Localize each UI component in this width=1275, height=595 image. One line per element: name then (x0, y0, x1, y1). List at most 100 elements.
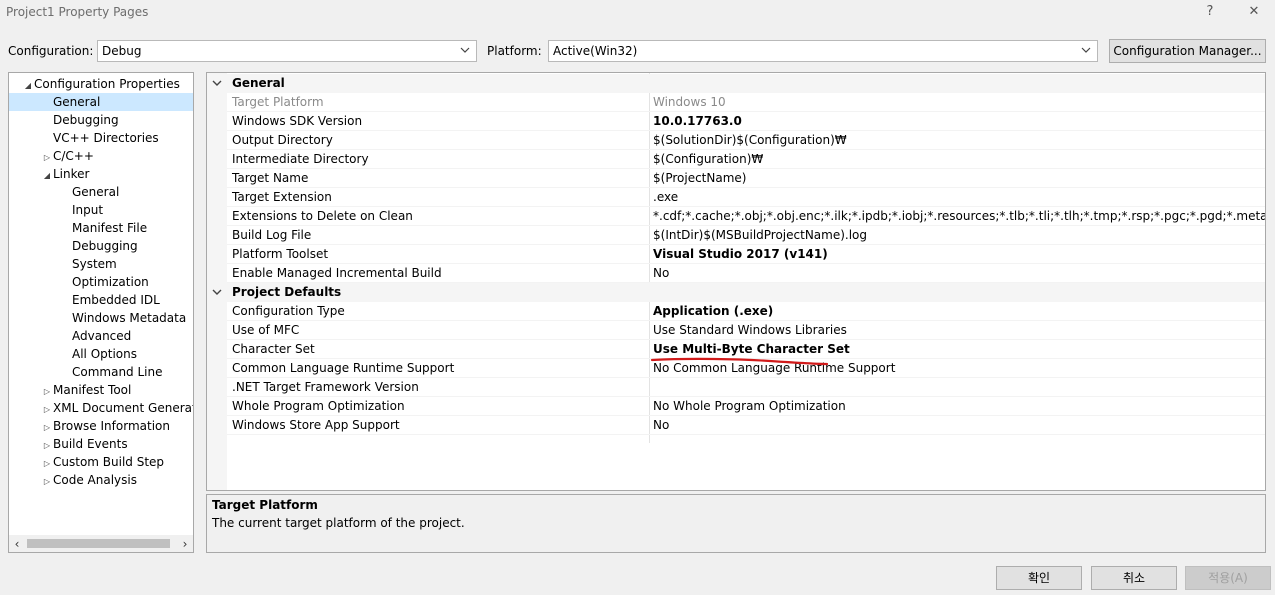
scroll-left-icon[interactable]: ‹ (11, 537, 23, 551)
scroll-thumb[interactable] (27, 539, 170, 548)
tree-item-general[interactable]: General (9, 183, 193, 201)
property-name: Windows Store App Support (232, 418, 400, 432)
tree-item-advanced[interactable]: Advanced (9, 327, 193, 345)
configuration-label: Configuration: (8, 44, 94, 58)
configuration-combo[interactable]: Debug (97, 40, 477, 62)
tree-item-label: XML Document Generator (53, 401, 194, 415)
help-button[interactable]: ? (1199, 3, 1221, 21)
tree-item-custom-build-step[interactable]: ▷ Custom Build Step (9, 453, 193, 471)
property-value[interactable]: 10.0.17763.0 (653, 112, 742, 131)
expand-triangle-icon[interactable]: ▷ (41, 473, 53, 491)
tree-item-windows-metadata[interactable]: Windows Metadata (9, 309, 193, 327)
property-row[interactable]: Intermediate Directory $(Configuration)₩ (207, 150, 1265, 169)
platform-combo[interactable]: Active(Win32) (548, 40, 1098, 62)
tree-item-label: Build Events (53, 437, 128, 451)
property-name: Use of MFC (232, 323, 300, 337)
tree-item-c-c[interactable]: ▷ C/C++ (9, 147, 193, 165)
property-value[interactable]: Windows 10 (653, 93, 726, 112)
tree-item-command-line[interactable]: Command Line (9, 363, 193, 381)
property-grid[interactable]: General Target Platform Windows 10 Windows … (206, 72, 1266, 491)
property-row[interactable]: Use of MFC Use Standard Windows Libraries (207, 321, 1265, 340)
property-value[interactable]: Application (.exe) (653, 302, 773, 321)
property-value[interactable]: .exe (653, 188, 678, 207)
window-title: Project1 Property Pages (6, 5, 149, 19)
description-panel: Target Platform The current target platf… (206, 494, 1266, 553)
tree-item-configuration-properties[interactable]: ◢ Configuration Properties (9, 75, 193, 93)
configuration-manager-button[interactable]: Configuration Manager... (1109, 39, 1266, 63)
property-row[interactable]: Whole Program Optimization No Whole Progr… (207, 397, 1265, 416)
property-name: Target Extension (232, 190, 332, 204)
tree-item-vc-directories[interactable]: VC++ Directories (9, 129, 193, 147)
tree-item-label: C/C++ (53, 149, 94, 163)
tree-item-input[interactable]: Input (9, 201, 193, 219)
tree-item-browse-information[interactable]: ▷ Browse Information (9, 417, 193, 435)
tree-item-system[interactable]: System (9, 255, 193, 273)
property-value[interactable]: No (653, 264, 669, 283)
property-value[interactable]: Use Standard Windows Libraries (653, 321, 847, 340)
category-project-defaults[interactable]: Project Defaults (207, 283, 1265, 302)
tree-item-debugging[interactable]: Debugging (9, 111, 193, 129)
property-name: Windows SDK Version (232, 114, 363, 128)
property-row[interactable]: Build Log File $(IntDir)$(MSBuildProjectN… (207, 226, 1265, 245)
property-name: Character Set (232, 342, 315, 356)
property-value[interactable]: $(Configuration)₩ (653, 150, 763, 169)
property-name: Target Name (232, 171, 309, 185)
tree-item-label: All Options (72, 347, 137, 361)
property-row[interactable]: Output Directory $(SolutionDir)$(Configur… (207, 131, 1265, 150)
platform-value: Active(Win32) (553, 44, 638, 58)
property-value[interactable]: Visual Studio 2017 (v141) (653, 245, 828, 264)
tree-item-label: Embedded IDL (72, 293, 160, 307)
tree-item-linker[interactable]: ◢ Linker (9, 165, 193, 183)
tree-item-label: Debugging (53, 113, 119, 127)
apply-button[interactable]: 적용(A) (1185, 566, 1271, 590)
tree-item-debugging[interactable]: Debugging (9, 237, 193, 255)
property-row[interactable]: Configuration Type Application (.exe) (207, 302, 1265, 321)
tree-item-all-options[interactable]: All Options (9, 345, 193, 363)
red-underline-annotation (650, 357, 829, 366)
tree-horizontal-scrollbar[interactable]: ‹ › (9, 535, 193, 552)
tree-item-code-analysis[interactable]: ▷ Code Analysis (9, 471, 193, 489)
tree-item-manifest-tool[interactable]: ▷ Manifest Tool (9, 381, 193, 399)
close-button[interactable]: ✕ (1243, 3, 1265, 21)
property-row[interactable]: Windows Store App Support No (207, 416, 1265, 435)
property-name: Platform Toolset (232, 247, 329, 261)
property-row[interactable]: Extensions to Delete on Clean *.cdf;*.cac… (207, 207, 1265, 226)
property-name: Enable Managed Incremental Build (232, 266, 442, 280)
tree-item-label: VC++ Directories (53, 131, 159, 145)
property-name: Configuration Type (232, 304, 345, 318)
tree-item-label: General (53, 95, 101, 109)
ok-button[interactable]: 확인 (996, 566, 1082, 590)
tree-item-label: Command Line (72, 365, 163, 379)
tree-item-optimization[interactable]: Optimization (9, 273, 193, 291)
property-value[interactable]: No (653, 416, 669, 435)
property-name: .NET Target Framework Version (232, 380, 419, 394)
row-separator (227, 434, 1265, 435)
property-row[interactable]: Target Platform Windows 10 (207, 93, 1265, 112)
property-name: Common Language Runtime Support (232, 361, 455, 375)
platform-label: Platform: (487, 44, 542, 58)
property-row[interactable]: Platform Toolset Visual Studio 2017 (v141… (207, 245, 1265, 264)
property-value[interactable]: $(SolutionDir)$(Configuration)₩ (653, 131, 847, 150)
property-row[interactable]: .NET Target Framework Version (207, 378, 1265, 397)
property-row[interactable]: Target Name $(ProjectName) (207, 169, 1265, 188)
tree-item-label: Input (72, 203, 104, 217)
tree-item-general[interactable]: General (9, 93, 193, 111)
tree-item-manifest-file[interactable]: Manifest File (9, 219, 193, 237)
property-value[interactable]: $(IntDir)$(MSBuildProjectName).log (653, 226, 867, 245)
property-value[interactable]: No Whole Program Optimization (653, 397, 846, 416)
category-general[interactable]: General (207, 74, 1265, 93)
tree-item-label: Browse Information (53, 419, 170, 433)
property-tree[interactable]: ◢ Configuration Properties General Debuggin… (8, 72, 194, 553)
property-row[interactable]: Enable Managed Incremental Build No (207, 264, 1265, 283)
property-name: Build Log File (232, 228, 312, 242)
property-row[interactable]: Target Extension .exe (207, 188, 1265, 207)
cancel-button[interactable]: 취소 (1091, 566, 1177, 590)
property-value[interactable]: *.cdf;*.cache;*.obj;*.obj.enc;*.ilk;*.ip… (653, 207, 1265, 226)
tree-item-embedded-idl[interactable]: Embedded IDL (9, 291, 193, 309)
tree-item-xml-document-generator[interactable]: ▷ XML Document Generator (9, 399, 193, 417)
scroll-right-icon[interactable]: › (179, 537, 191, 551)
configuration-value: Debug (102, 44, 142, 58)
property-value[interactable]: $(ProjectName) (653, 169, 746, 188)
property-row[interactable]: Windows SDK Version 10.0.17763.0 (207, 112, 1265, 131)
tree-item-build-events[interactable]: ▷ Build Events (9, 435, 193, 453)
